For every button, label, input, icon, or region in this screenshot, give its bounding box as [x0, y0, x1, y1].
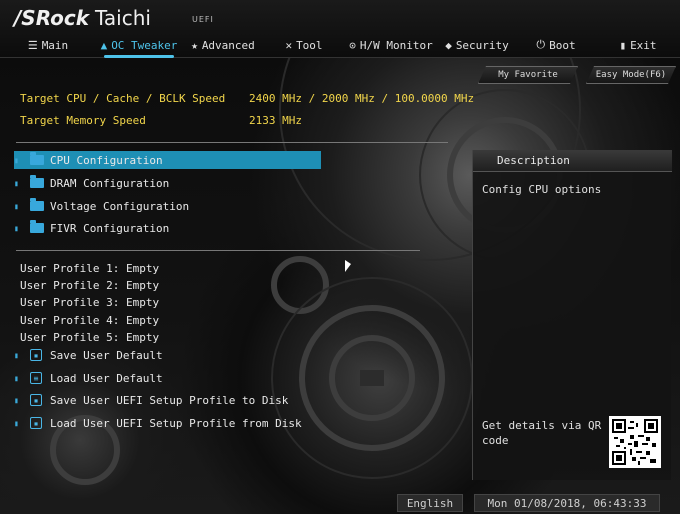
- menu-fivr-configuration[interactable]: ▮ FIVR Configuration: [14, 219, 169, 237]
- list-icon: ☰: [27, 38, 38, 52]
- description-title: Description: [473, 150, 672, 172]
- rocket-icon: ▲: [100, 38, 108, 52]
- asrock-logo: /SRock Taichi: [14, 6, 151, 30]
- tab-security[interactable]: ◆ Security: [438, 34, 516, 56]
- disk-load-icon: ▪: [30, 417, 42, 429]
- description-text: Config CPU options: [482, 183, 602, 196]
- qr-code-icon: [609, 416, 661, 468]
- user-profile-3: User Profile 3: Empty: [20, 296, 160, 309]
- menu-voltage-configuration[interactable]: ▮ Voltage Configuration: [14, 197, 189, 215]
- tab-oc-tweaker[interactable]: ▲ OC Tweaker: [96, 34, 182, 58]
- bullet-icon: ▮: [14, 155, 19, 165]
- load-icon: ≡: [30, 372, 42, 384]
- target-cpu-label: Target CPU / Cache / BCLK Speed: [20, 92, 226, 105]
- my-favorite-button[interactable]: My Favorite: [478, 66, 578, 84]
- uefi-label: UEFI: [192, 15, 214, 24]
- folder-icon: [30, 198, 44, 211]
- datetime-display: Mon 01/08/2018, 06:43:33: [474, 494, 660, 512]
- folder-icon: [30, 152, 44, 165]
- user-profile-1: User Profile 1: Empty: [20, 262, 160, 275]
- menu-cpu-configuration[interactable]: ▮ CPU Configuration: [14, 151, 321, 169]
- shield-icon: ◆: [445, 38, 452, 52]
- divider: [16, 142, 448, 143]
- bullet-icon: ▮: [14, 201, 19, 211]
- target-cpu-value: 2400 MHz / 2000 MHz / 100.0000 MHz: [249, 92, 475, 105]
- tab-main[interactable]: ☰ Main: [0, 34, 96, 56]
- save-user-default-button[interactable]: ▮ ▪ Save User Default: [14, 346, 163, 364]
- folder-icon: [30, 175, 44, 188]
- tab-tool[interactable]: ✕ Tool: [264, 34, 344, 56]
- bullet-icon: ▮: [14, 373, 19, 383]
- exit-icon: ▮: [619, 38, 627, 52]
- save-profile-to-disk-button[interactable]: ▮ ▪ Save User UEFI Setup Profile to Disk: [14, 391, 288, 409]
- menu-dram-configuration[interactable]: ▮ DRAM Configuration: [14, 174, 169, 192]
- load-user-default-button[interactable]: ▮ ≡ Load User Default: [14, 369, 163, 387]
- mouse-cursor: [345, 260, 351, 272]
- easy-mode-button[interactable]: Easy Mode(F6): [586, 66, 676, 84]
- tab-boot[interactable]: ⏻ Boot: [516, 34, 596, 56]
- tools-icon: ✕: [285, 38, 293, 52]
- description-panel: Description Config CPU options Get detai…: [472, 150, 672, 480]
- monitor-icon: ⊙: [349, 38, 356, 52]
- disk-save-icon: ▪: [30, 394, 42, 406]
- bullet-icon: ▮: [14, 418, 19, 428]
- tab-hw-monitor[interactable]: ⊙ H/W Monitor: [344, 34, 438, 56]
- user-profile-5: User Profile 5: Empty: [20, 331, 160, 344]
- language-button[interactable]: English: [397, 494, 463, 512]
- tab-exit[interactable]: ▮ Exit: [596, 34, 680, 56]
- bullet-icon: ▮: [14, 223, 19, 233]
- top-bar: /SRock Taichi UEFI ☰ Main ▲ OC Tweaker ★ …: [0, 0, 680, 58]
- load-profile-from-disk-button[interactable]: ▮ ▪ Load User UEFI Setup Profile from Di…: [14, 414, 302, 432]
- user-profile-2: User Profile 2: Empty: [20, 279, 160, 292]
- tab-advanced[interactable]: ★ Advanced: [182, 34, 264, 56]
- star-icon: ★: [191, 38, 198, 52]
- power-icon: ⏻: [536, 38, 546, 51]
- save-icon: ▪: [30, 349, 42, 361]
- user-profile-4: User Profile 4: Empty: [20, 314, 160, 327]
- bullet-icon: ▮: [14, 395, 19, 405]
- bullet-icon: ▮: [14, 178, 19, 188]
- main-tabs: ☰ Main ▲ OC Tweaker ★ Advanced ✕ Tool ⊙ …: [0, 34, 680, 58]
- bullet-icon: ▮: [14, 350, 19, 360]
- divider: [16, 250, 420, 251]
- target-memory-value: 2133 MHz: [249, 114, 302, 127]
- target-memory-label: Target Memory Speed: [20, 114, 146, 127]
- qr-hint: Get details via QR code: [482, 419, 602, 447]
- folder-icon: [30, 220, 44, 233]
